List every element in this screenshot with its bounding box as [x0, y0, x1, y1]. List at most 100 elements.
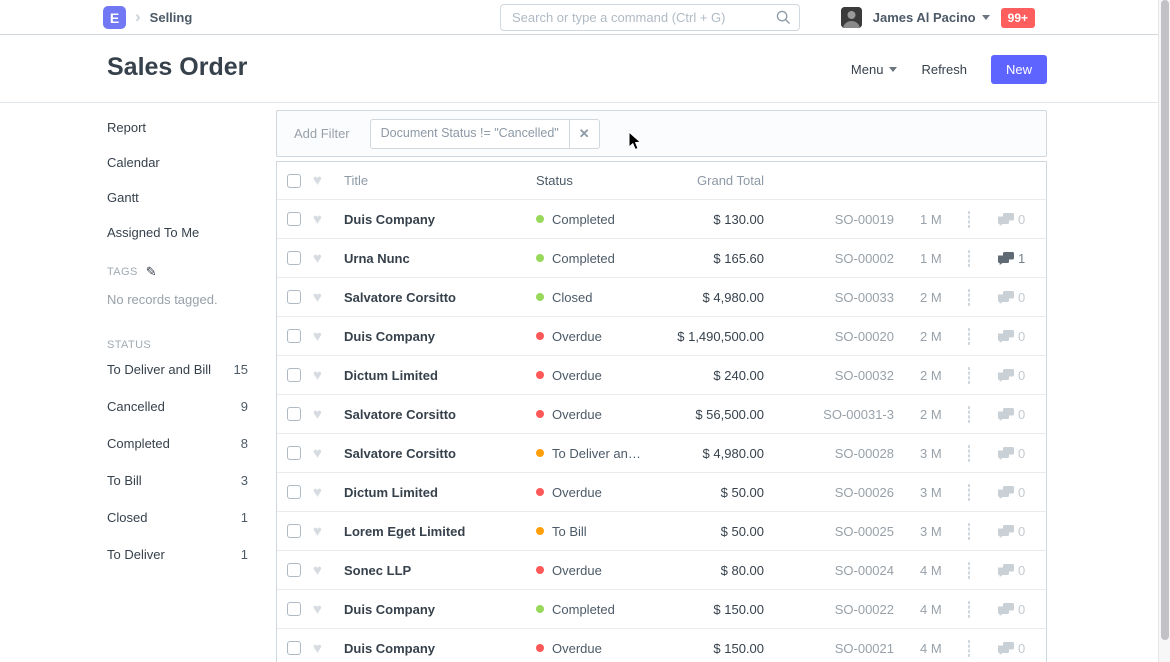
row-checkbox[interactable] [287, 407, 301, 421]
row-title-link[interactable]: Salvatore Corsitto [344, 290, 536, 305]
avatar[interactable] [841, 7, 862, 28]
table-row[interactable]: ♥ Duis Company Completed $ 130.00 SO-000… [277, 200, 1046, 239]
user-menu[interactable]: James Al Pacino [873, 10, 990, 25]
sidebar-view-assigned-to-me[interactable]: Assigned To Me [107, 226, 248, 250]
assign-placeholder[interactable] [968, 406, 970, 423]
comments-button[interactable]: 1 [998, 251, 1046, 266]
assign-placeholder[interactable] [968, 484, 970, 501]
table-row[interactable]: ♥ Dictum Limited Overdue $ 50.00 SO-0002… [277, 473, 1046, 512]
heart-icon[interactable]: ♥ [313, 641, 344, 656]
assign-placeholder[interactable] [968, 601, 970, 618]
row-title-link[interactable]: Lorem Eget Limited [344, 524, 536, 539]
row-docname-link[interactable]: SO-00025 [764, 524, 894, 539]
table-row[interactable]: ♥ Duis Company Overdue $ 150.00 SO-00021… [277, 629, 1046, 662]
assign-placeholder[interactable] [968, 640, 970, 657]
sidebar-status-closed[interactable]: Closed1 [107, 511, 248, 524]
row-docname-link[interactable]: SO-00002 [764, 251, 894, 266]
table-row[interactable]: ♥ Salvatore Corsitto Closed $ 4,980.00 S… [277, 278, 1046, 317]
edit-tags-icon[interactable]: ✎ [146, 264, 157, 280]
comments-button[interactable]: 0 [998, 641, 1046, 656]
sidebar-status-cancelled[interactable]: Cancelled9 [107, 400, 248, 413]
heart-icon[interactable]: ♥ [313, 290, 344, 305]
row-checkbox[interactable] [287, 329, 301, 343]
heart-icon[interactable]: ♥ [313, 368, 344, 383]
heart-icon[interactable]: ♥ [313, 485, 344, 500]
comments-button[interactable]: 0 [998, 407, 1046, 422]
row-docname-link[interactable]: SO-00019 [764, 212, 894, 227]
heart-icon[interactable]: ♥ [313, 329, 344, 344]
row-checkbox[interactable] [287, 485, 301, 499]
assign-placeholder[interactable] [968, 367, 970, 384]
comments-button[interactable]: 0 [998, 485, 1046, 500]
row-title-link[interactable]: Salvatore Corsitto [344, 446, 536, 461]
sidebar-status-to-bill[interactable]: To Bill3 [107, 474, 248, 487]
table-row[interactable]: ♥ Urna Nunc Completed $ 165.60 SO-00002 … [277, 239, 1046, 278]
row-docname-link[interactable]: SO-00028 [764, 446, 894, 461]
row-title-link[interactable]: Dictum Limited [344, 485, 536, 500]
sidebar-status-to-deliver-and-bill[interactable]: To Deliver and Bill15 [107, 363, 248, 376]
scrollbar-thumb[interactable] [1161, 0, 1169, 640]
row-title-link[interactable]: Sonec LLP [344, 563, 536, 578]
row-title-link[interactable]: Duis Company [344, 602, 536, 617]
row-docname-link[interactable]: SO-00020 [764, 329, 894, 344]
assign-placeholder[interactable] [968, 211, 970, 228]
row-docname-link[interactable]: SO-00032 [764, 368, 894, 383]
comments-button[interactable]: 0 [998, 368, 1046, 383]
row-docname-link[interactable]: SO-00031-3 [764, 407, 894, 422]
row-checkbox[interactable] [287, 524, 301, 538]
assign-placeholder[interactable] [968, 289, 970, 306]
scrollbar-track[interactable] [1158, 0, 1170, 662]
row-title-link[interactable]: Dictum Limited [344, 368, 536, 383]
sidebar-status-to-deliver[interactable]: To Deliver1 [107, 548, 248, 561]
app-logo[interactable]: E [103, 6, 126, 29]
heart-icon[interactable]: ♥ [313, 212, 344, 227]
filter-chip-label[interactable]: Document Status != "Cancelled" [371, 120, 569, 148]
breadcrumb[interactable]: Selling [150, 10, 193, 25]
row-checkbox[interactable] [287, 446, 301, 460]
assign-placeholder[interactable] [968, 523, 970, 540]
heart-icon[interactable]: ♥ [313, 173, 344, 188]
row-docname-link[interactable]: SO-00024 [764, 563, 894, 578]
table-row[interactable]: ♥ Duis Company Completed $ 150.00 SO-000… [277, 590, 1046, 629]
heart-icon[interactable]: ♥ [313, 407, 344, 422]
row-checkbox[interactable] [287, 212, 301, 226]
comments-button[interactable]: 0 [998, 563, 1046, 578]
table-row[interactable]: ♥ Dictum Limited Overdue $ 240.00 SO-000… [277, 356, 1046, 395]
row-checkbox[interactable] [287, 368, 301, 382]
new-button[interactable]: New [991, 55, 1047, 84]
row-title-link[interactable]: Salvatore Corsitto [344, 407, 536, 422]
assign-placeholder[interactable] [968, 562, 970, 579]
row-checkbox[interactable] [287, 290, 301, 304]
comments-button[interactable]: 0 [998, 290, 1046, 305]
table-row[interactable]: ♥ Salvatore Corsitto To Deliver an… $ 4,… [277, 434, 1046, 473]
add-filter-button[interactable]: Add Filter [294, 126, 350, 141]
refresh-button[interactable]: Refresh [921, 62, 967, 77]
heart-icon[interactable]: ♥ [313, 602, 344, 617]
comments-button[interactable]: 0 [998, 602, 1046, 617]
active-filter-chip[interactable]: Document Status != "Cancelled" ✕ [370, 119, 600, 149]
table-row[interactable]: ♥ Salvatore Corsitto Overdue $ 56,500.00… [277, 395, 1046, 434]
sidebar-view-calendar[interactable]: Calendar [107, 156, 248, 180]
heart-icon[interactable]: ♥ [313, 524, 344, 539]
table-row[interactable]: ♥ Duis Company Overdue $ 1,490,500.00 SO… [277, 317, 1046, 356]
row-title-link[interactable]: Urna Nunc [344, 251, 536, 266]
notification-badge[interactable]: 99+ [1001, 8, 1035, 28]
row-docname-link[interactable]: SO-00033 [764, 290, 894, 305]
heart-icon[interactable]: ♥ [313, 251, 344, 266]
table-row[interactable]: ♥ Sonec LLP Overdue $ 80.00 SO-00024 4 M… [277, 551, 1046, 590]
assign-placeholder[interactable] [968, 328, 970, 345]
sidebar-view-gantt[interactable]: Gantt [107, 191, 248, 215]
row-docname-link[interactable]: SO-00022 [764, 602, 894, 617]
table-row[interactable]: ♥ Lorem Eget Limited To Bill $ 50.00 SO-… [277, 512, 1046, 551]
comments-button[interactable]: 0 [998, 446, 1046, 461]
assign-placeholder[interactable] [968, 250, 970, 267]
row-checkbox[interactable] [287, 641, 301, 655]
comments-button[interactable]: 0 [998, 329, 1046, 344]
row-title-link[interactable]: Duis Company [344, 641, 536, 656]
row-title-link[interactable]: Duis Company [344, 212, 536, 227]
comments-button[interactable]: 0 [998, 212, 1046, 227]
menu-button[interactable]: Menu [851, 62, 898, 77]
assign-placeholder[interactable] [968, 445, 970, 462]
comments-button[interactable]: 0 [998, 524, 1046, 539]
row-checkbox[interactable] [287, 602, 301, 616]
